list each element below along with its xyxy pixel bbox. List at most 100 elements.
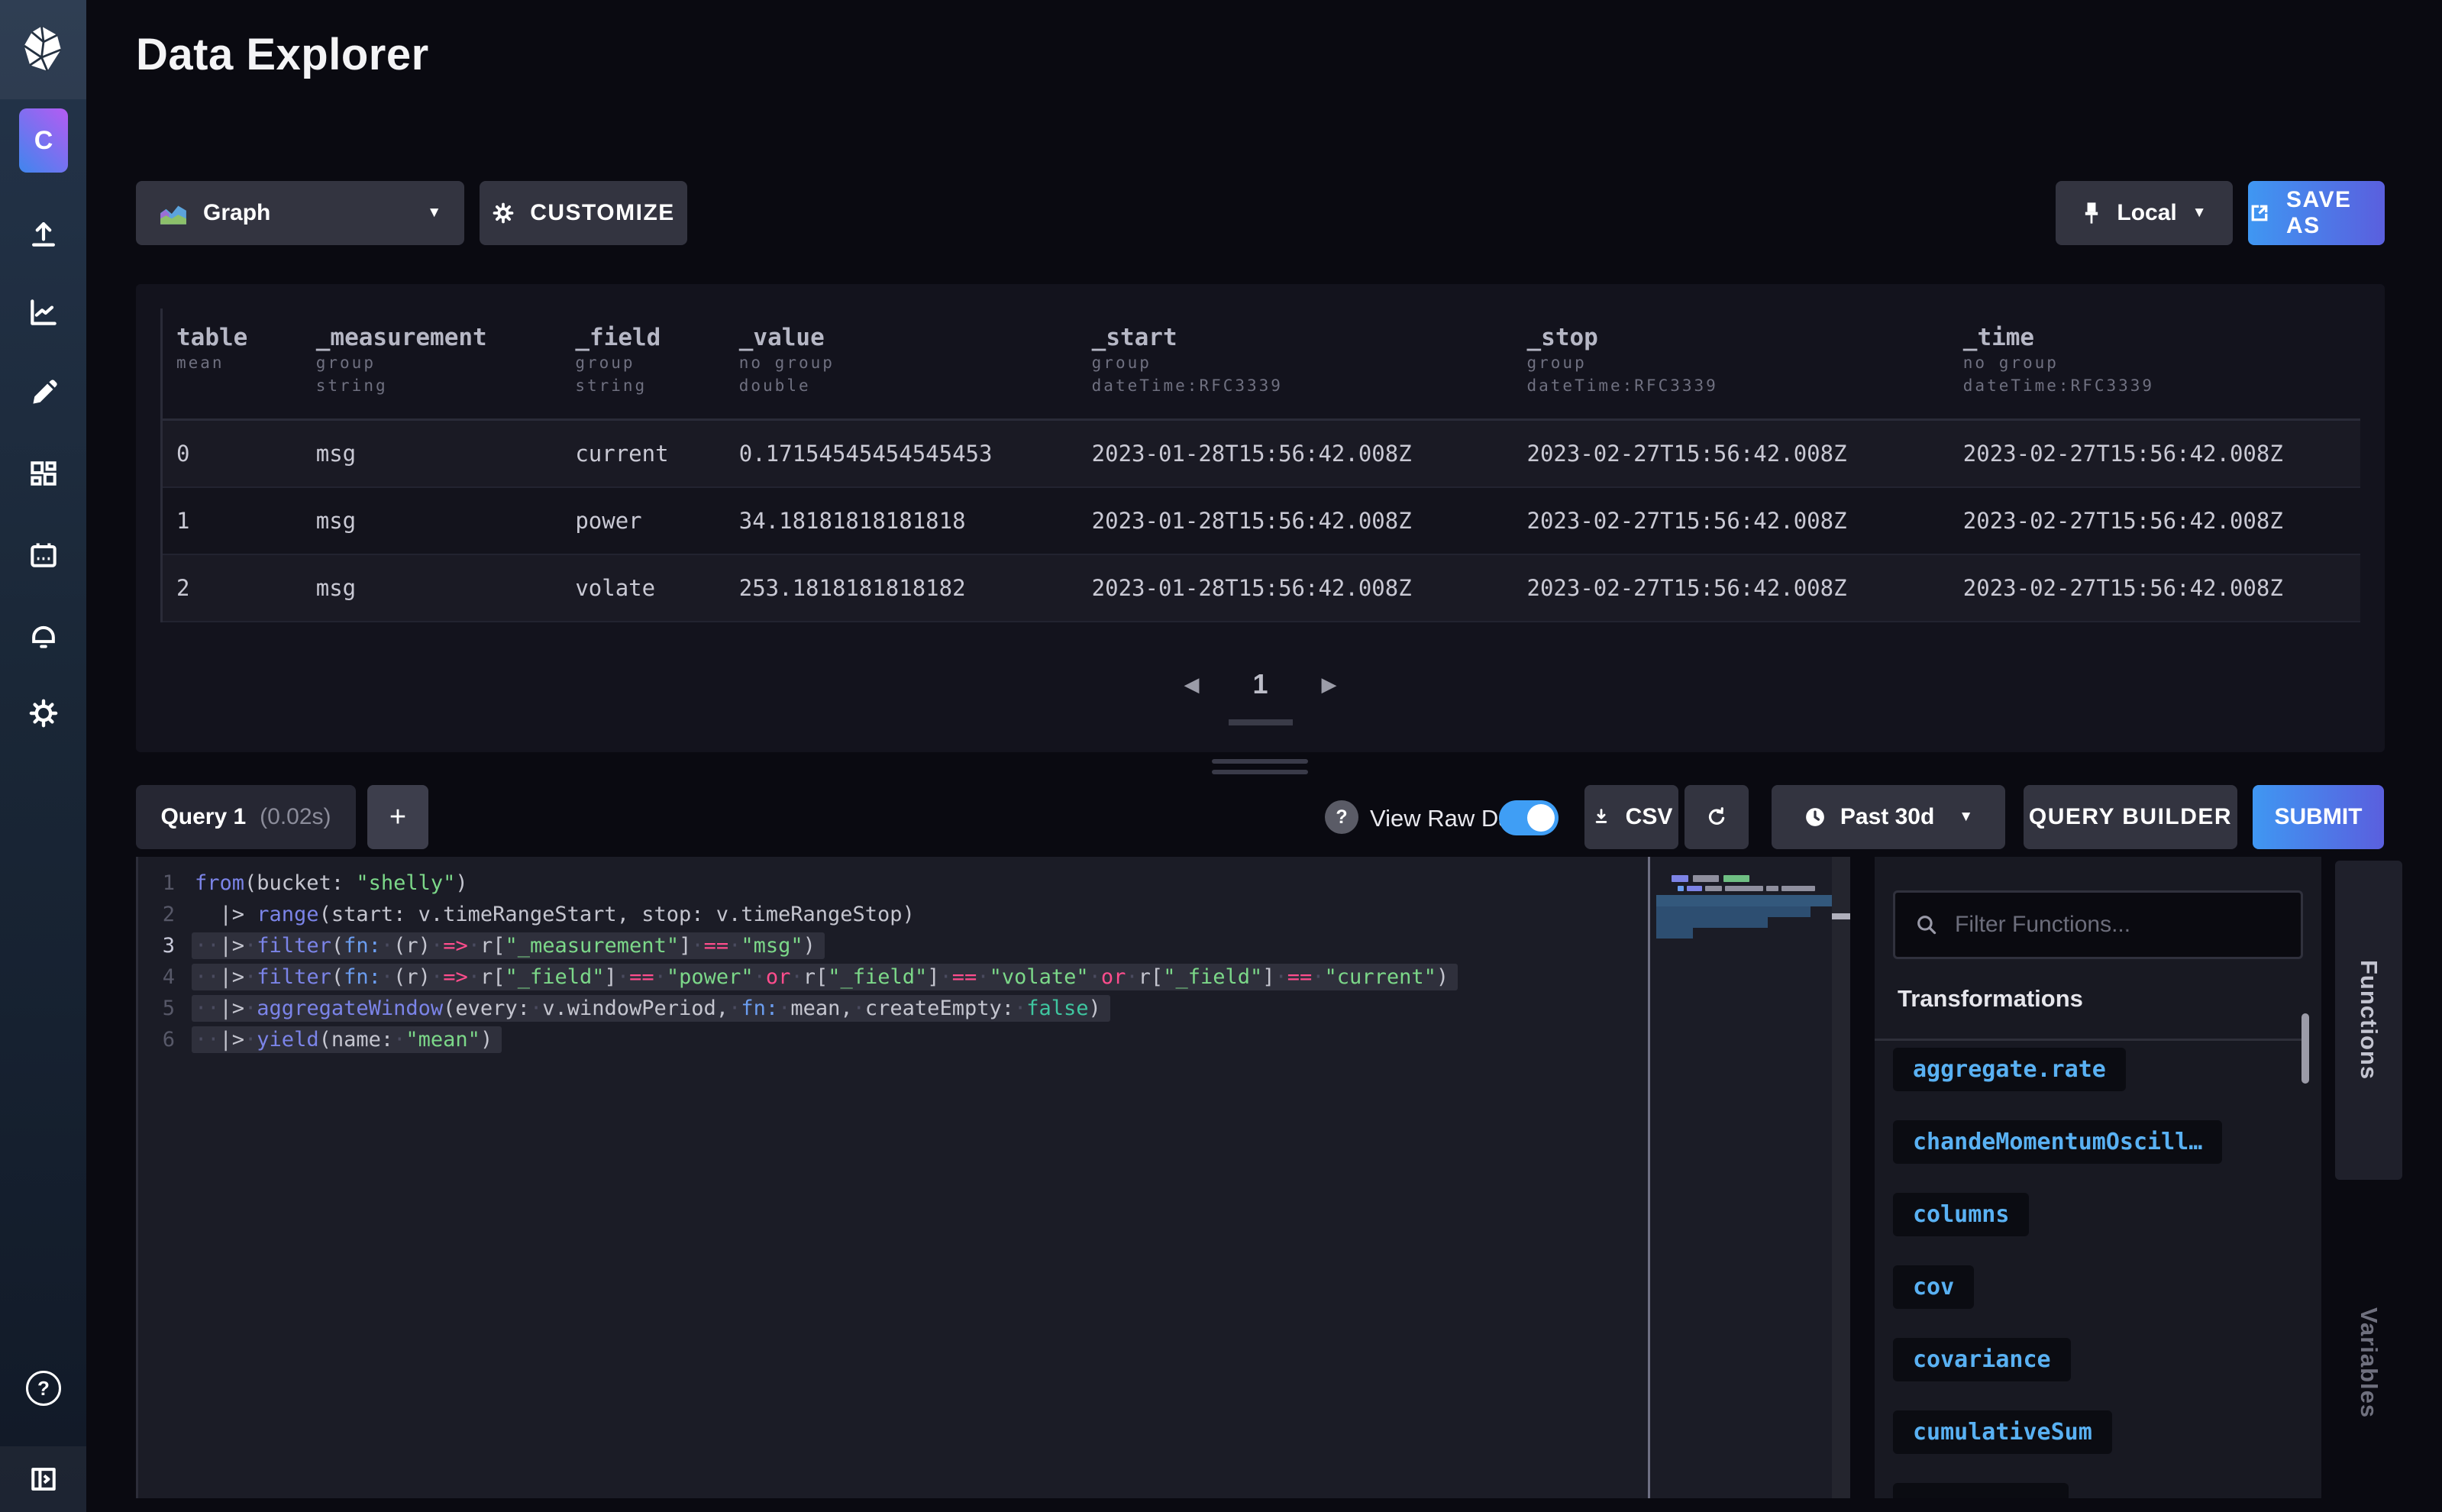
graph-icon[interactable] <box>26 295 61 330</box>
raw-data-panel: tablemean_measurementgroupstring_fieldgr… <box>136 284 2385 752</box>
view-raw-toggle[interactable] <box>1499 800 1559 835</box>
chevron-down-icon: ▼ <box>1959 809 1973 825</box>
raw-data-table: tablemean_measurementgroupstring_fieldgr… <box>160 309 2360 622</box>
table-cell: 0 <box>163 441 302 467</box>
upload-icon[interactable] <box>26 216 61 251</box>
search-icon <box>1914 912 1940 938</box>
table-cell: 34.18181818181818 <box>725 508 1078 534</box>
page-underline <box>1229 719 1293 725</box>
code-line[interactable]: 6··|>·yield(name:·"mean") <box>138 1024 1649 1055</box>
local-label: Local <box>2117 200 2176 226</box>
tab-variables[interactable]: Variables <box>2335 1291 2402 1436</box>
sidebar-expand-section <box>0 1446 86 1512</box>
functions-scrollbar-thumb[interactable] <box>2301 1013 2309 1084</box>
line-number: 2 <box>138 903 195 926</box>
submit-button[interactable]: SUBMIT <box>2253 785 2384 849</box>
influxdb-logo[interactable] <box>0 0 86 99</box>
code-line[interactable]: 2 |> range(start: v.timeRangeStart, stop… <box>138 899 1649 930</box>
code-line[interactable]: 1from(bucket: "shelly") <box>138 867 1649 899</box>
bell-icon[interactable] <box>26 617 61 652</box>
pin-icon <box>2082 202 2101 225</box>
view-type-dropdown[interactable]: Graph ▼ <box>136 181 464 245</box>
table-cell: 0.17154545454545453 <box>725 441 1078 467</box>
help-glyph: ? <box>37 1377 50 1401</box>
avatar[interactable]: C <box>19 108 68 173</box>
page-next-button[interactable]: ▶ <box>1322 673 1337 696</box>
table-cell: 2023-01-28T15:56:42.008Z <box>1078 575 1513 601</box>
query-tab-label: Query 1 <box>160 804 246 830</box>
code-line[interactable]: 4··|>·filter(fn:·(r)·=>·r["_field"]·==·"… <box>138 961 1649 993</box>
query-tab[interactable]: Query 1 (0.02s) <box>136 785 356 849</box>
view-raw-help-icon[interactable]: ? <box>1325 800 1358 834</box>
functions-list: aggregate.rate chandeMomentumOscill… colum… <box>1893 1048 2222 1498</box>
boards-icon[interactable] <box>26 456 61 491</box>
filter-functions-input[interactable] <box>1955 912 2282 938</box>
line-number: 4 <box>138 965 195 989</box>
export-icon <box>2248 202 2271 225</box>
table-body: 0msgcurrent0.171545454545454532023-01-28… <box>163 421 2360 622</box>
table-cell: 2023-01-28T15:56:42.008Z <box>1078 441 1513 467</box>
function-pill[interactable]: cov <box>1893 1265 1974 1309</box>
line-number: 6 <box>138 1028 195 1052</box>
query-builder-button[interactable]: QUERY BUILDER <box>2024 785 2237 849</box>
table-row: 0msgcurrent0.171545454545454532023-01-28… <box>163 421 2360 488</box>
chevron-down-icon: ▼ <box>427 205 441 221</box>
add-query-button[interactable]: + <box>367 785 428 849</box>
table-cell: 2023-02-27T15:56:42.008Z <box>1949 508 2360 534</box>
table-cell: 2023-02-27T15:56:42.008Z <box>1513 441 1949 467</box>
column-header: _stopgroupdateTime:RFC3339 <box>1513 309 1949 418</box>
customize-button[interactable]: CUSTOMIZE <box>480 181 687 245</box>
table-cell: 2023-02-27T15:56:42.008Z <box>1513 508 1949 534</box>
gear-small-icon <box>492 202 515 225</box>
column-header: _measurementgroupstring <box>302 309 562 418</box>
chevron-down-icon: ▼ <box>2192 205 2207 221</box>
time-range-dropdown[interactable]: Past 30d ▼ <box>1772 785 2005 849</box>
editor-divider <box>1648 857 1650 1498</box>
refresh-button[interactable] <box>1685 785 1749 849</box>
calendar-icon[interactable] <box>26 538 61 573</box>
table-cell: 253.1818181818182 <box>725 575 1078 601</box>
function-pill-partial[interactable] <box>1893 1483 2069 1498</box>
table-cell: 2 <box>163 575 302 601</box>
help-icon[interactable]: ? <box>26 1371 61 1406</box>
panel-resize-handle[interactable] <box>1212 759 1308 780</box>
table-cell: volate <box>561 575 725 601</box>
save-as-button[interactable]: SAVE AS <box>2248 181 2385 245</box>
question-glyph: ? <box>1336 806 1347 829</box>
sidebar: C <box>0 0 86 1512</box>
column-header: _fieldgroupstring <box>561 309 725 418</box>
table-cell: 2023-02-27T15:56:42.008Z <box>1949 575 2360 601</box>
customize-label: CUSTOMIZE <box>530 200 675 226</box>
flux-editor[interactable]: 1from(bucket: "shelly")2 |> range(start:… <box>136 857 1848 1498</box>
code-line[interactable]: 5··|>·aggregateWindow(every:·v.windowPer… <box>138 993 1649 1024</box>
page-prev-button[interactable]: ◀ <box>1184 673 1199 696</box>
local-dropdown[interactable]: Local ▼ <box>2056 181 2233 245</box>
query-duration: (0.02s) <box>260 804 331 830</box>
clock-icon <box>1804 806 1827 829</box>
code-lines: 1from(bucket: "shelly")2 |> range(start:… <box>138 867 1649 1055</box>
tab-functions[interactable]: Functions <box>2335 861 2402 1180</box>
pencil-icon[interactable] <box>26 376 61 411</box>
page-title: Data Explorer <box>136 29 429 80</box>
expand-panel-icon[interactable] <box>27 1462 60 1496</box>
scrollbar-thumb[interactable] <box>1832 913 1850 919</box>
view-type-label: Graph <box>203 200 270 226</box>
csv-button[interactable]: CSV <box>1584 785 1678 849</box>
function-pill[interactable]: aggregate.rate <box>1893 1048 2126 1091</box>
editor-scrollbar[interactable] <box>1832 857 1850 1498</box>
function-pill[interactable]: chandeMomentumOscill… <box>1893 1120 2222 1164</box>
filter-functions-box[interactable] <box>1893 890 2303 959</box>
function-pill[interactable]: columns <box>1893 1193 2029 1236</box>
functions-panel: Transformations aggregate.rate chandeMome… <box>1875 857 2321 1498</box>
section-title: Transformations <box>1898 985 2083 1013</box>
gear-icon[interactable] <box>26 696 61 731</box>
table-cell: msg <box>302 575 562 601</box>
table-cell: 2023-02-27T15:56:42.008Z <box>1949 441 2360 467</box>
download-icon <box>1591 806 1612 828</box>
function-pill[interactable]: covariance <box>1893 1338 2071 1381</box>
code-line[interactable]: 3··|>·filter(fn:·(r)·=>·r["_measurement"… <box>138 930 1649 961</box>
function-pill[interactable]: cumulativeSum <box>1893 1410 2112 1454</box>
area-graph-icon <box>159 201 188 226</box>
table-header-row: tablemean_measurementgroupstring_fieldgr… <box>163 309 2360 421</box>
tab-variables-label: Variables <box>2355 1307 2382 1418</box>
